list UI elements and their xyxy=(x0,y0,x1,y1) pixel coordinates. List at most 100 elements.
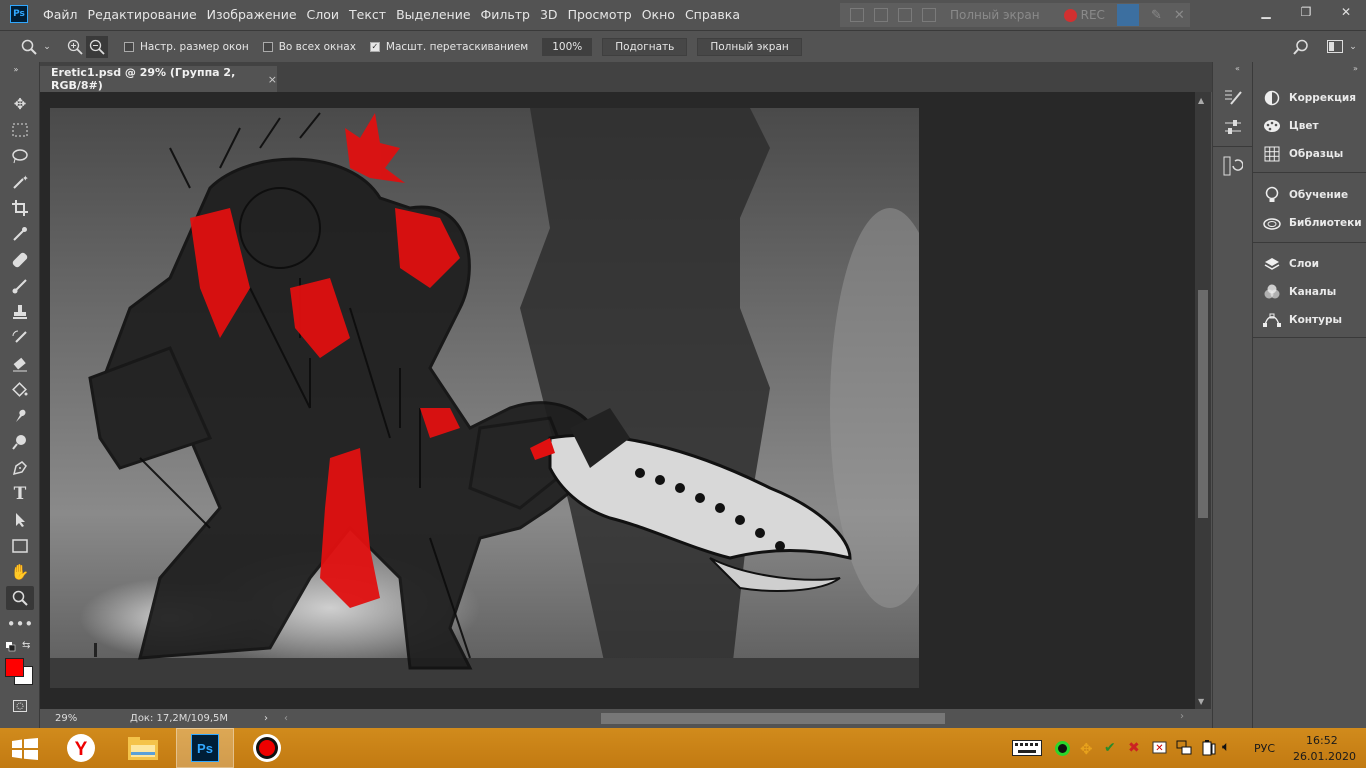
panel-adjustments[interactable]: Коррекция xyxy=(1263,89,1356,107)
brush-tool-icon[interactable] xyxy=(6,274,34,298)
workspace-icon[interactable] xyxy=(1324,36,1346,58)
paint-bucket-tool-icon[interactable] xyxy=(6,378,34,402)
panel-channels[interactable]: Каналы xyxy=(1263,283,1336,301)
zoom-in-icon[interactable] xyxy=(64,36,86,58)
taskbar-photoshop[interactable]: Ps xyxy=(176,728,234,768)
pen-icon[interactable]: ✎ xyxy=(1151,8,1162,23)
list-icon[interactable] xyxy=(850,8,864,22)
clock-date[interactable]: 26.01.2020 xyxy=(1293,750,1356,763)
fit-screen-button[interactable]: Подогнать xyxy=(602,37,688,56)
network-share-icon[interactable]: ✥ xyxy=(1080,740,1093,758)
minimize-button[interactable]: ▁ xyxy=(1246,0,1286,24)
antivirus-icon[interactable]: ✖ xyxy=(1128,740,1140,756)
fill-screen-button[interactable]: Полный экран xyxy=(697,37,802,56)
language-indicator[interactable]: РУС xyxy=(1254,742,1275,755)
artwork-canvas[interactable] xyxy=(50,108,919,688)
menu-view[interactable]: Просмотр xyxy=(563,7,637,22)
menu-layers[interactable]: Слои xyxy=(302,7,345,22)
panel-libraries[interactable]: Библиотеки xyxy=(1263,214,1362,232)
taskbar-file-explorer[interactable] xyxy=(114,728,172,768)
default-colors-icon[interactable] xyxy=(6,642,16,652)
resize-windows-checkbox[interactable]: Настр. размер окон xyxy=(124,41,249,53)
scroll-up-icon[interactable]: ▲ xyxy=(1198,96,1204,105)
panel-swatches[interactable]: Образцы xyxy=(1263,145,1343,163)
history-brush-tool-icon[interactable] xyxy=(6,326,34,350)
taskbar-recorder[interactable] xyxy=(238,728,296,768)
menu-window[interactable]: Окно xyxy=(637,7,680,22)
restore-button[interactable]: ❐ xyxy=(1286,0,1326,24)
window-icon[interactable] xyxy=(874,8,888,22)
battery-icon[interactable] xyxy=(1200,740,1216,760)
quick-mask-icon[interactable] xyxy=(6,694,34,718)
properties-panel-icon[interactable] xyxy=(1223,118,1243,140)
menu-filter[interactable]: Фильтр xyxy=(476,7,535,22)
menu-type[interactable]: Текст xyxy=(344,7,391,22)
dodge-tool-icon[interactable] xyxy=(6,430,34,454)
collapse-arrows-icon[interactable]: » xyxy=(2,64,30,74)
zoom-level-field[interactable]: 29% xyxy=(55,713,125,724)
search-icon[interactable] xyxy=(1290,36,1312,58)
panel-paths[interactable]: Контуры xyxy=(1263,311,1342,329)
scroll-right-icon[interactable]: › xyxy=(1180,711,1184,722)
menu-3d[interactable]: 3D xyxy=(535,7,563,22)
hand-tool-icon[interactable]: ✋ xyxy=(6,560,34,584)
crop-tool-icon[interactable] xyxy=(6,196,34,220)
foreground-color-swatch[interactable] xyxy=(5,658,24,677)
crop-region-icon[interactable] xyxy=(922,8,936,22)
zoom-tool-icon[interactable] xyxy=(18,36,40,58)
document-tab[interactable]: Eretic1.psd @ 29% (Группа 2, RGB/8#) × xyxy=(40,66,277,92)
zoom-value-field[interactable]: 100% xyxy=(542,37,593,56)
panel-learn[interactable]: Обучение xyxy=(1263,186,1348,204)
close-icon[interactable]: ✕ xyxy=(1174,8,1185,23)
smudge-tool-icon[interactable] xyxy=(6,404,34,428)
flag-icon[interactable]: ✕ xyxy=(1152,740,1168,760)
menu-help[interactable]: Справка xyxy=(680,7,745,22)
scroll-left-icon[interactable]: ‹ xyxy=(284,713,288,724)
clone-stamp-tool-icon[interactable] xyxy=(6,300,34,324)
region-icon[interactable] xyxy=(898,8,912,22)
horizontal-scroll-thumb[interactable] xyxy=(601,713,945,724)
eyedropper-tool-icon[interactable] xyxy=(6,222,34,246)
close-tab-icon[interactable]: × xyxy=(268,73,277,86)
start-windows-icon[interactable] xyxy=(12,738,38,764)
menu-select[interactable]: Выделение xyxy=(391,7,475,22)
taskbar-yandex-browser[interactable]: Y xyxy=(52,728,110,768)
swap-colors-icon[interactable]: ⇆ xyxy=(22,640,30,651)
all-windows-checkbox[interactable]: Во всех окнах xyxy=(262,41,356,53)
status-menu-arrow-icon[interactable]: › xyxy=(264,713,284,724)
pen-tool-icon[interactable] xyxy=(6,456,34,480)
menu-file[interactable]: Файл xyxy=(38,7,83,22)
marquee-tool-icon[interactable] xyxy=(6,118,34,142)
healing-brush-tool-icon[interactable] xyxy=(6,248,34,272)
menu-edit[interactable]: Редактирование xyxy=(83,7,202,22)
network-icon[interactable] xyxy=(1176,740,1192,760)
panel-color[interactable]: Цвет xyxy=(1263,117,1319,135)
scroll-down-icon[interactable]: ▼ xyxy=(1198,697,1204,706)
magic-wand-tool-icon[interactable]: ✦ xyxy=(6,170,34,194)
clock-time[interactable]: 16:52 xyxy=(1306,734,1338,747)
lasso-tool-icon[interactable] xyxy=(6,144,34,168)
close-button[interactable]: ✕ xyxy=(1326,0,1366,24)
collapse-arrows-icon[interactable]: « xyxy=(1235,64,1240,73)
zoom-tool-active-icon[interactable] xyxy=(6,586,34,610)
recorder-fullscreen-label[interactable]: Полный экран xyxy=(950,8,1040,22)
status-green-icon[interactable] xyxy=(1055,741,1070,756)
zoom-out-icon[interactable] xyxy=(86,35,108,58)
path-selection-tool-icon[interactable] xyxy=(6,508,34,532)
security-shield-icon[interactable]: ✔ xyxy=(1104,740,1116,756)
eraser-tool-icon[interactable] xyxy=(6,352,34,376)
camera-icon[interactable] xyxy=(1116,4,1139,26)
more-tools-icon[interactable]: ••• xyxy=(6,612,34,636)
record-dot-icon[interactable] xyxy=(1063,8,1077,22)
volume-icon[interactable]: 🔈︎ xyxy=(1222,739,1230,755)
panel-layers[interactable]: Слои xyxy=(1263,255,1319,273)
keyboard-icon[interactable] xyxy=(1012,740,1042,760)
chevron-down-icon[interactable]: ⌄ xyxy=(40,36,54,58)
type-tool-icon[interactable]: T xyxy=(6,482,34,506)
chevron-down-icon[interactable]: ⌄ xyxy=(1346,36,1360,58)
history-brush-panel-icon[interactable] xyxy=(1223,88,1243,110)
collapse-arrows-icon[interactable]: » xyxy=(1353,64,1358,73)
vertical-scroll-thumb[interactable] xyxy=(1198,290,1208,518)
history-panel-icon[interactable] xyxy=(1223,156,1244,180)
move-tool-icon[interactable]: ✥ xyxy=(6,92,34,116)
